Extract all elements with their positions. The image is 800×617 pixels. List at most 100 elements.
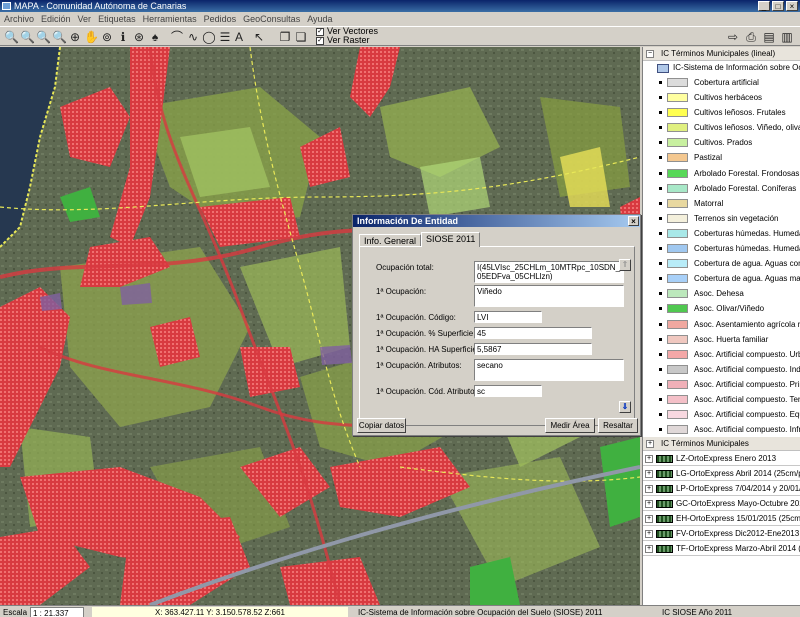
scale-input[interactable]: 1 : 21.337 (30, 607, 84, 617)
text-tool-icon[interactable]: A (232, 30, 246, 44)
expand-toggle-icon[interactable]: + (645, 545, 653, 554)
legend-item[interactable]: Asoc. Artificial compuesto. Terciario (643, 392, 800, 407)
bullet-icon (659, 277, 662, 281)
legend-section-terminos-lineal[interactable]: − IC Términos Municipales (lineal) (643, 47, 800, 61)
legend-item[interactable]: Asoc. Artificial compuesto. Urbano Mixto (643, 347, 800, 362)
menu-geoconsultas[interactable]: GeoConsultas (243, 14, 300, 24)
field-value-porcentaje[interactable]: 45 (474, 327, 592, 339)
highlight-button[interactable]: Resaltar (598, 418, 638, 433)
window-controls: _ □ × (758, 1, 798, 11)
close-button[interactable]: × (786, 1, 798, 11)
print-preview-icon[interactable]: ▤ (762, 30, 776, 44)
scroll-up-button[interactable]: ⇑ (619, 259, 631, 271)
legend-raster-layer[interactable]: + GC-OrtoExpress Mayo-Octubre 2014 (25cm/… (643, 496, 800, 512)
menu-ayuda[interactable]: Ayuda (307, 14, 332, 24)
raster-layer-icon (656, 530, 673, 539)
legend-raster-layer[interactable]: + EH-OrtoExpress 15/01/2015 (25cm/p) (643, 511, 800, 527)
legend-item[interactable]: Cultivos leñosos. Frutales (643, 105, 800, 120)
zoom-window-icon[interactable]: 🔍 (36, 30, 51, 44)
legend-item[interactable]: Asoc. Artificial compuesto. Industrial (643, 362, 800, 377)
measure-icon[interactable]: ♠ (148, 30, 162, 44)
draw-shape-icon[interactable]: ◯ (202, 30, 216, 44)
legend-item-label: Cultivos leñosos. Frutales (694, 108, 786, 118)
legend-item[interactable]: Asoc. Olivar/Viñedo (643, 301, 800, 316)
hand-pan-icon[interactable]: ✋ (84, 30, 99, 44)
expand-toggle-icon[interactable]: + (645, 470, 653, 479)
legend-item[interactable]: Asoc. Huerta familiar (643, 332, 800, 347)
expand-toggle-icon[interactable]: + (645, 485, 653, 494)
draw-line-icon[interactable]: ⌒ (170, 30, 184, 44)
field-value-codigo[interactable]: LVI (474, 311, 542, 323)
collapse-toggle-icon[interactable]: + (646, 440, 654, 449)
expand-toggle-icon[interactable]: + (645, 530, 653, 539)
field-value-atributos[interactable]: secano (474, 359, 624, 381)
gps-icon[interactable]: ⊛ (132, 30, 146, 44)
legend-item[interactable]: Asoc. Asentamiento agrícola residencial (643, 317, 800, 332)
legend-item[interactable]: Cobertura de agua. Aguas marinas (643, 271, 800, 286)
legend-swatch (667, 228, 688, 238)
field-value-1a-ocupacion[interactable]: Viñedo (474, 285, 624, 307)
menu-ver[interactable]: Ver (78, 14, 92, 24)
legend-item[interactable]: Matorral (643, 196, 800, 211)
scroll-down-button[interactable]: ⇓ (619, 401, 631, 413)
coordinates-readout: X: 363.427.11 Y: 3.150.578.52 Z:661 (92, 607, 348, 617)
zoom-extent-icon[interactable]: 🔍 (52, 30, 67, 44)
menu-archivo[interactable]: Archivo (4, 14, 34, 24)
legend-raster-layer[interactable]: + TF-OrtoExpress Marzo-Abril 2014 (25cm/p… (643, 541, 800, 557)
legend-item[interactable]: Cobertura artificial (643, 75, 800, 90)
legend-item-label: Cobertura de agua. Aguas marinas (694, 274, 800, 284)
legend-item[interactable]: Asoc. Artificial compuesto. Primario (643, 377, 800, 392)
legend-item[interactable]: Pastizal (643, 150, 800, 165)
field-value-ocupacion-total[interactable]: I(45LVIsc_25CHLm_10MTRpc_10SDN_05EDFva_0… (474, 261, 624, 283)
expand-toggle-icon[interactable]: + (645, 455, 653, 464)
minimize-button[interactable]: _ (758, 1, 770, 11)
refresh-icon[interactable]: ⊚ (100, 30, 114, 44)
ver-vectores-checkbox[interactable]: ✓ (316, 27, 324, 36)
legend-raster-layer[interactable]: + LZ-OrtoExpress Enero 2013 (643, 451, 800, 467)
pointer-icon[interactable]: ↖ (252, 30, 266, 44)
maximize-button[interactable]: □ (772, 1, 784, 11)
menu-pedidos[interactable]: Pedidos (204, 14, 237, 24)
draw-polyline-icon[interactable]: ∿ (186, 30, 200, 44)
layers-icon[interactable]: ☰ (218, 30, 232, 44)
paste-icon[interactable]: ❏ (294, 30, 308, 44)
expand-toggle-icon[interactable]: + (645, 515, 653, 524)
legend-item[interactable]: Cultivos herbáceos (643, 90, 800, 105)
legend-item[interactable]: Asoc. Artificial compuesto. Equipamiento (643, 407, 800, 422)
collapse-toggle-icon[interactable]: − (646, 50, 654, 58)
copy-icon[interactable]: ❐ (278, 30, 292, 44)
legend-item[interactable]: Arbolado Forestal. Frondosas (643, 166, 800, 181)
dialog-close-button[interactable]: × (628, 216, 639, 226)
expand-toggle-icon[interactable]: + (645, 500, 653, 509)
legend-group-siose[interactable]: IC-Sistema de Información sobre Ocupació… (643, 61, 800, 75)
legend-item[interactable]: Asoc. Dehesa (643, 286, 800, 301)
print-icon[interactable]: ⎙ (744, 30, 758, 44)
legend-raster-layer[interactable]: + LG-OrtoExpress Abril 2014 (25cm/p) (643, 466, 800, 482)
tab-siose-2011[interactable]: SIOSE 2011 (421, 232, 481, 247)
menu-herramientas[interactable]: Herramientas (143, 14, 197, 24)
menu-etiquetas[interactable]: Etiquetas (98, 14, 136, 24)
measure-area-button[interactable]: Medir Área (545, 418, 595, 433)
zoom-in-icon[interactable]: 🔍 (4, 30, 19, 44)
legend-item[interactable]: Arbolado Forestal. Coníferas (643, 181, 800, 196)
info-icon[interactable]: ℹ (116, 30, 130, 44)
menu-edicion[interactable]: Edición (41, 14, 71, 24)
ver-raster-checkbox[interactable]: ✓ (316, 36, 324, 45)
legend-item[interactable]: Cultivos leñosos. Viñedo, olivar, otros (643, 120, 800, 135)
copy-data-button[interactable]: Copiar datos (357, 418, 406, 433)
field-value-ha-superficie[interactable]: 5,5867 (474, 343, 592, 355)
legend-raster-layer[interactable]: + LP-OrtoExpress 7/04/2014 y 20/01/2015 (643, 481, 800, 497)
legend-item[interactable]: Cultivos. Prados (643, 135, 800, 150)
legend-item[interactable]: Coberturas húmedas. Humedales continenta… (643, 226, 800, 241)
arrow-right-icon[interactable]: ⇨ (726, 30, 740, 44)
legend-item[interactable]: Cobertura de agua. Aguas continentales (643, 256, 800, 271)
legend-section-terminos[interactable]: + IC Términos Municipales (643, 437, 800, 452)
legend-item[interactable]: Asoc. Artificial compuesto. Infraestruct… (643, 422, 800, 437)
legend-raster-layer[interactable]: + FV-OrtoExpress Dic2012-Ene2013 (25cm/p) (643, 526, 800, 542)
legend-item[interactable]: Coberturas húmedas. Humedales marinos (643, 241, 800, 256)
zoom-out-icon[interactable]: 🔍 (20, 30, 35, 44)
export-icon[interactable]: ▥ (780, 30, 794, 44)
legend-item[interactable]: Terrenos sin vegetación (643, 211, 800, 226)
field-value-cod-atributos[interactable]: sc (474, 385, 542, 397)
zoom-previous-icon[interactable]: ⊕ (68, 30, 82, 44)
